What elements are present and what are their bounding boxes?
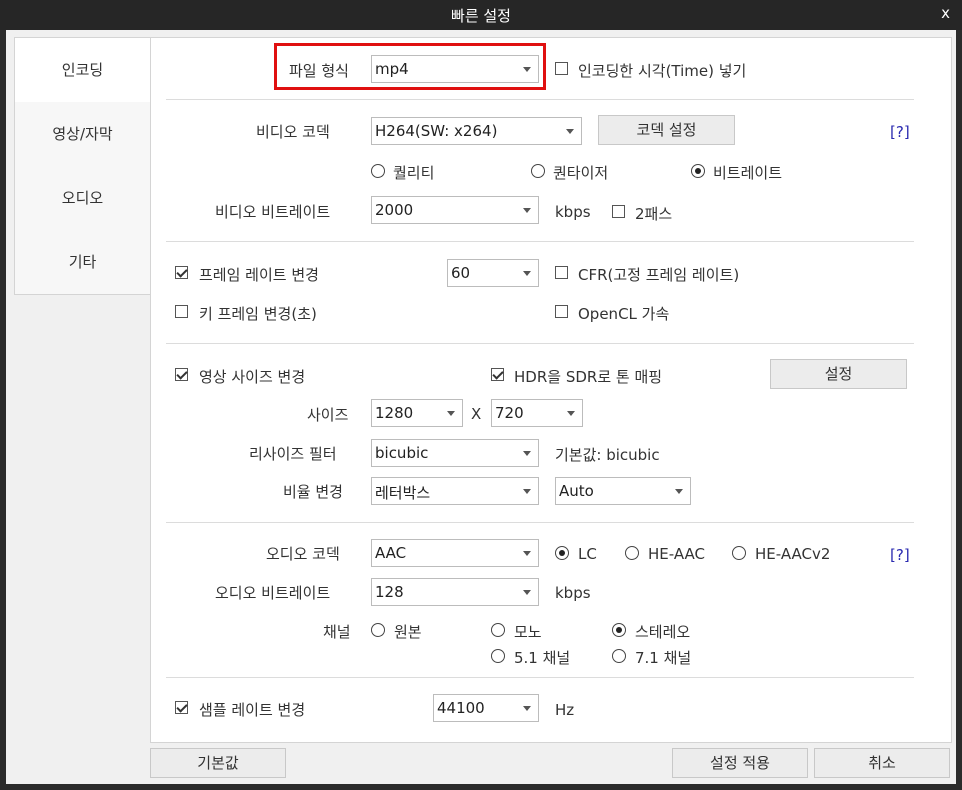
radio-channel-7-1[interactable]	[612, 649, 626, 663]
radio-he-aacv2-label: HE-AACv2	[755, 545, 831, 563]
chevron-down-icon	[523, 590, 531, 595]
divider	[166, 677, 914, 678]
radio-channel-mono-label: 모노	[514, 623, 542, 641]
size-x-separator: X	[471, 405, 482, 423]
hdr-tonemap-checkbox[interactable]	[491, 368, 504, 381]
dialog-body: 인코딩 영상/자막 오디오 기타 파일 형식 mp4 인코딩한 시각(Time)…	[6, 30, 956, 784]
radio-channel-original-label: 원본	[394, 623, 422, 641]
radio-channel-stereo[interactable]	[612, 623, 626, 637]
insert-time-checkbox[interactable]	[555, 62, 568, 75]
video-codec-select[interactable]: H264(SW: x264)	[371, 117, 582, 145]
chevron-down-icon	[523, 208, 531, 213]
divider	[166, 99, 914, 100]
size-settings-button[interactable]: 설정	[770, 359, 907, 389]
window-title: 빠른 설정	[451, 7, 511, 25]
insert-time-label: 인코딩한 시각(Time) 넣기	[578, 62, 747, 80]
chevron-down-icon	[566, 129, 574, 134]
opencl-label: OpenCL 가속	[578, 305, 670, 323]
radio-quality-label: 퀄리티	[393, 164, 435, 182]
ratio-select[interactable]: 레터박스	[371, 477, 539, 505]
radio-he-aacv2[interactable]	[732, 546, 746, 560]
ratio-mode-select[interactable]: Auto	[555, 477, 691, 505]
change-fps-checkbox[interactable]	[175, 266, 188, 279]
audio-bitrate-label: 오디오 비트레이트	[215, 584, 331, 602]
video-bitrate-select[interactable]: 2000	[371, 196, 539, 224]
radio-lc-label: LC	[578, 545, 597, 563]
audio-bitrate-unit: kbps	[555, 584, 591, 602]
chevron-down-icon	[567, 411, 575, 416]
change-size-label: 영상 사이즈 변경	[199, 368, 306, 386]
video-bitrate-unit: kbps	[555, 203, 591, 221]
change-fps-label: 프레임 레이트 변경	[199, 266, 319, 284]
audio-codec-select[interactable]: AAC	[371, 539, 539, 567]
cancel-button[interactable]: 취소	[814, 748, 950, 778]
audio-help-link[interactable]: [?]	[890, 546, 910, 564]
hdr-tonemap-label: HDR을 SDR로 톤 매핑	[514, 368, 663, 386]
divider	[166, 343, 914, 344]
height-select[interactable]: 720	[491, 399, 583, 427]
chevron-down-icon	[523, 551, 531, 556]
chevron-down-icon	[523, 271, 531, 276]
video-bitrate-label: 비디오 비트레이트	[215, 203, 331, 221]
radio-channel-5-1-label: 5.1 채널	[514, 649, 571, 667]
sample-rate-checkbox[interactable]	[175, 701, 188, 714]
change-size-checkbox[interactable]	[175, 368, 188, 381]
divider	[166, 241, 914, 242]
sidebar-item-etc[interactable]: 기타	[15, 230, 150, 294]
title-bar: 빠른 설정 x	[0, 0, 962, 30]
width-select[interactable]: 1280	[371, 399, 463, 427]
ratio-label: 비율 변경	[283, 483, 343, 501]
divider	[166, 522, 914, 523]
radio-channel-7-1-label: 7.1 채널	[635, 649, 692, 667]
radio-quantizer-label: 퀀타이저	[553, 164, 609, 182]
sample-rate-label: 샘플 레이트 변경	[199, 701, 306, 719]
sample-rate-select[interactable]: 44100	[433, 694, 539, 722]
cfr-label: CFR(고정 프레임 레이트)	[578, 266, 740, 284]
chevron-down-icon	[523, 451, 531, 456]
chevron-down-icon	[675, 489, 683, 494]
radio-bitrate-label: 비트레이트	[713, 164, 783, 182]
video-codec-label: 비디오 코덱	[256, 123, 330, 141]
default-button[interactable]: 기본값	[150, 748, 286, 778]
audio-bitrate-select[interactable]: 128	[371, 578, 539, 606]
radio-quality[interactable]	[371, 164, 385, 178]
resize-filter-default: 기본값: bicubic	[555, 446, 660, 464]
channel-label: 채널	[323, 623, 351, 641]
sidebar-item-encoding[interactable]: 인코딩	[15, 38, 150, 103]
radio-bitrate[interactable]	[691, 164, 705, 178]
two-pass-checkbox[interactable]	[612, 205, 625, 218]
resize-filter-label: 리사이즈 필터	[249, 445, 337, 463]
radio-channel-stereo-label: 스테레오	[635, 623, 691, 641]
resize-filter-select[interactable]: bicubic	[371, 439, 539, 467]
keyframe-label: 키 프레임 변경(초)	[199, 305, 317, 323]
apply-button[interactable]: 설정 적용	[672, 748, 808, 778]
fps-select[interactable]: 60	[447, 259, 539, 287]
radio-quantizer[interactable]	[531, 164, 545, 178]
sample-rate-unit: Hz	[555, 701, 575, 719]
codec-settings-button[interactable]: 코덱 설정	[598, 115, 735, 145]
close-icon[interactable]: x	[941, 4, 950, 22]
highlight-box	[274, 43, 546, 90]
sidebar: 인코딩 영상/자막 오디오 기타	[14, 37, 151, 295]
radio-lc[interactable]	[555, 546, 569, 560]
radio-he-aac-label: HE-AAC	[648, 545, 705, 563]
radio-he-aac[interactable]	[625, 546, 639, 560]
chevron-down-icon	[447, 411, 455, 416]
cfr-checkbox[interactable]	[555, 266, 568, 279]
radio-channel-original[interactable]	[371, 623, 385, 637]
opencl-checkbox[interactable]	[555, 305, 568, 318]
keyframe-checkbox[interactable]	[175, 305, 188, 318]
radio-channel-mono[interactable]	[491, 623, 505, 637]
two-pass-label: 2패스	[635, 205, 673, 223]
sidebar-item-audio[interactable]: 오디오	[15, 166, 150, 231]
chevron-down-icon	[523, 489, 531, 494]
radio-channel-5-1[interactable]	[491, 649, 505, 663]
video-help-link[interactable]: [?]	[890, 123, 910, 141]
audio-codec-label: 오디오 코덱	[266, 545, 340, 563]
chevron-down-icon	[523, 706, 531, 711]
size-label: 사이즈	[307, 406, 349, 424]
sidebar-item-video-subtitle[interactable]: 영상/자막	[15, 102, 150, 167]
settings-panel: 파일 형식 mp4 인코딩한 시각(Time) 넣기 비디오 코덱 H264(S…	[150, 37, 952, 743]
